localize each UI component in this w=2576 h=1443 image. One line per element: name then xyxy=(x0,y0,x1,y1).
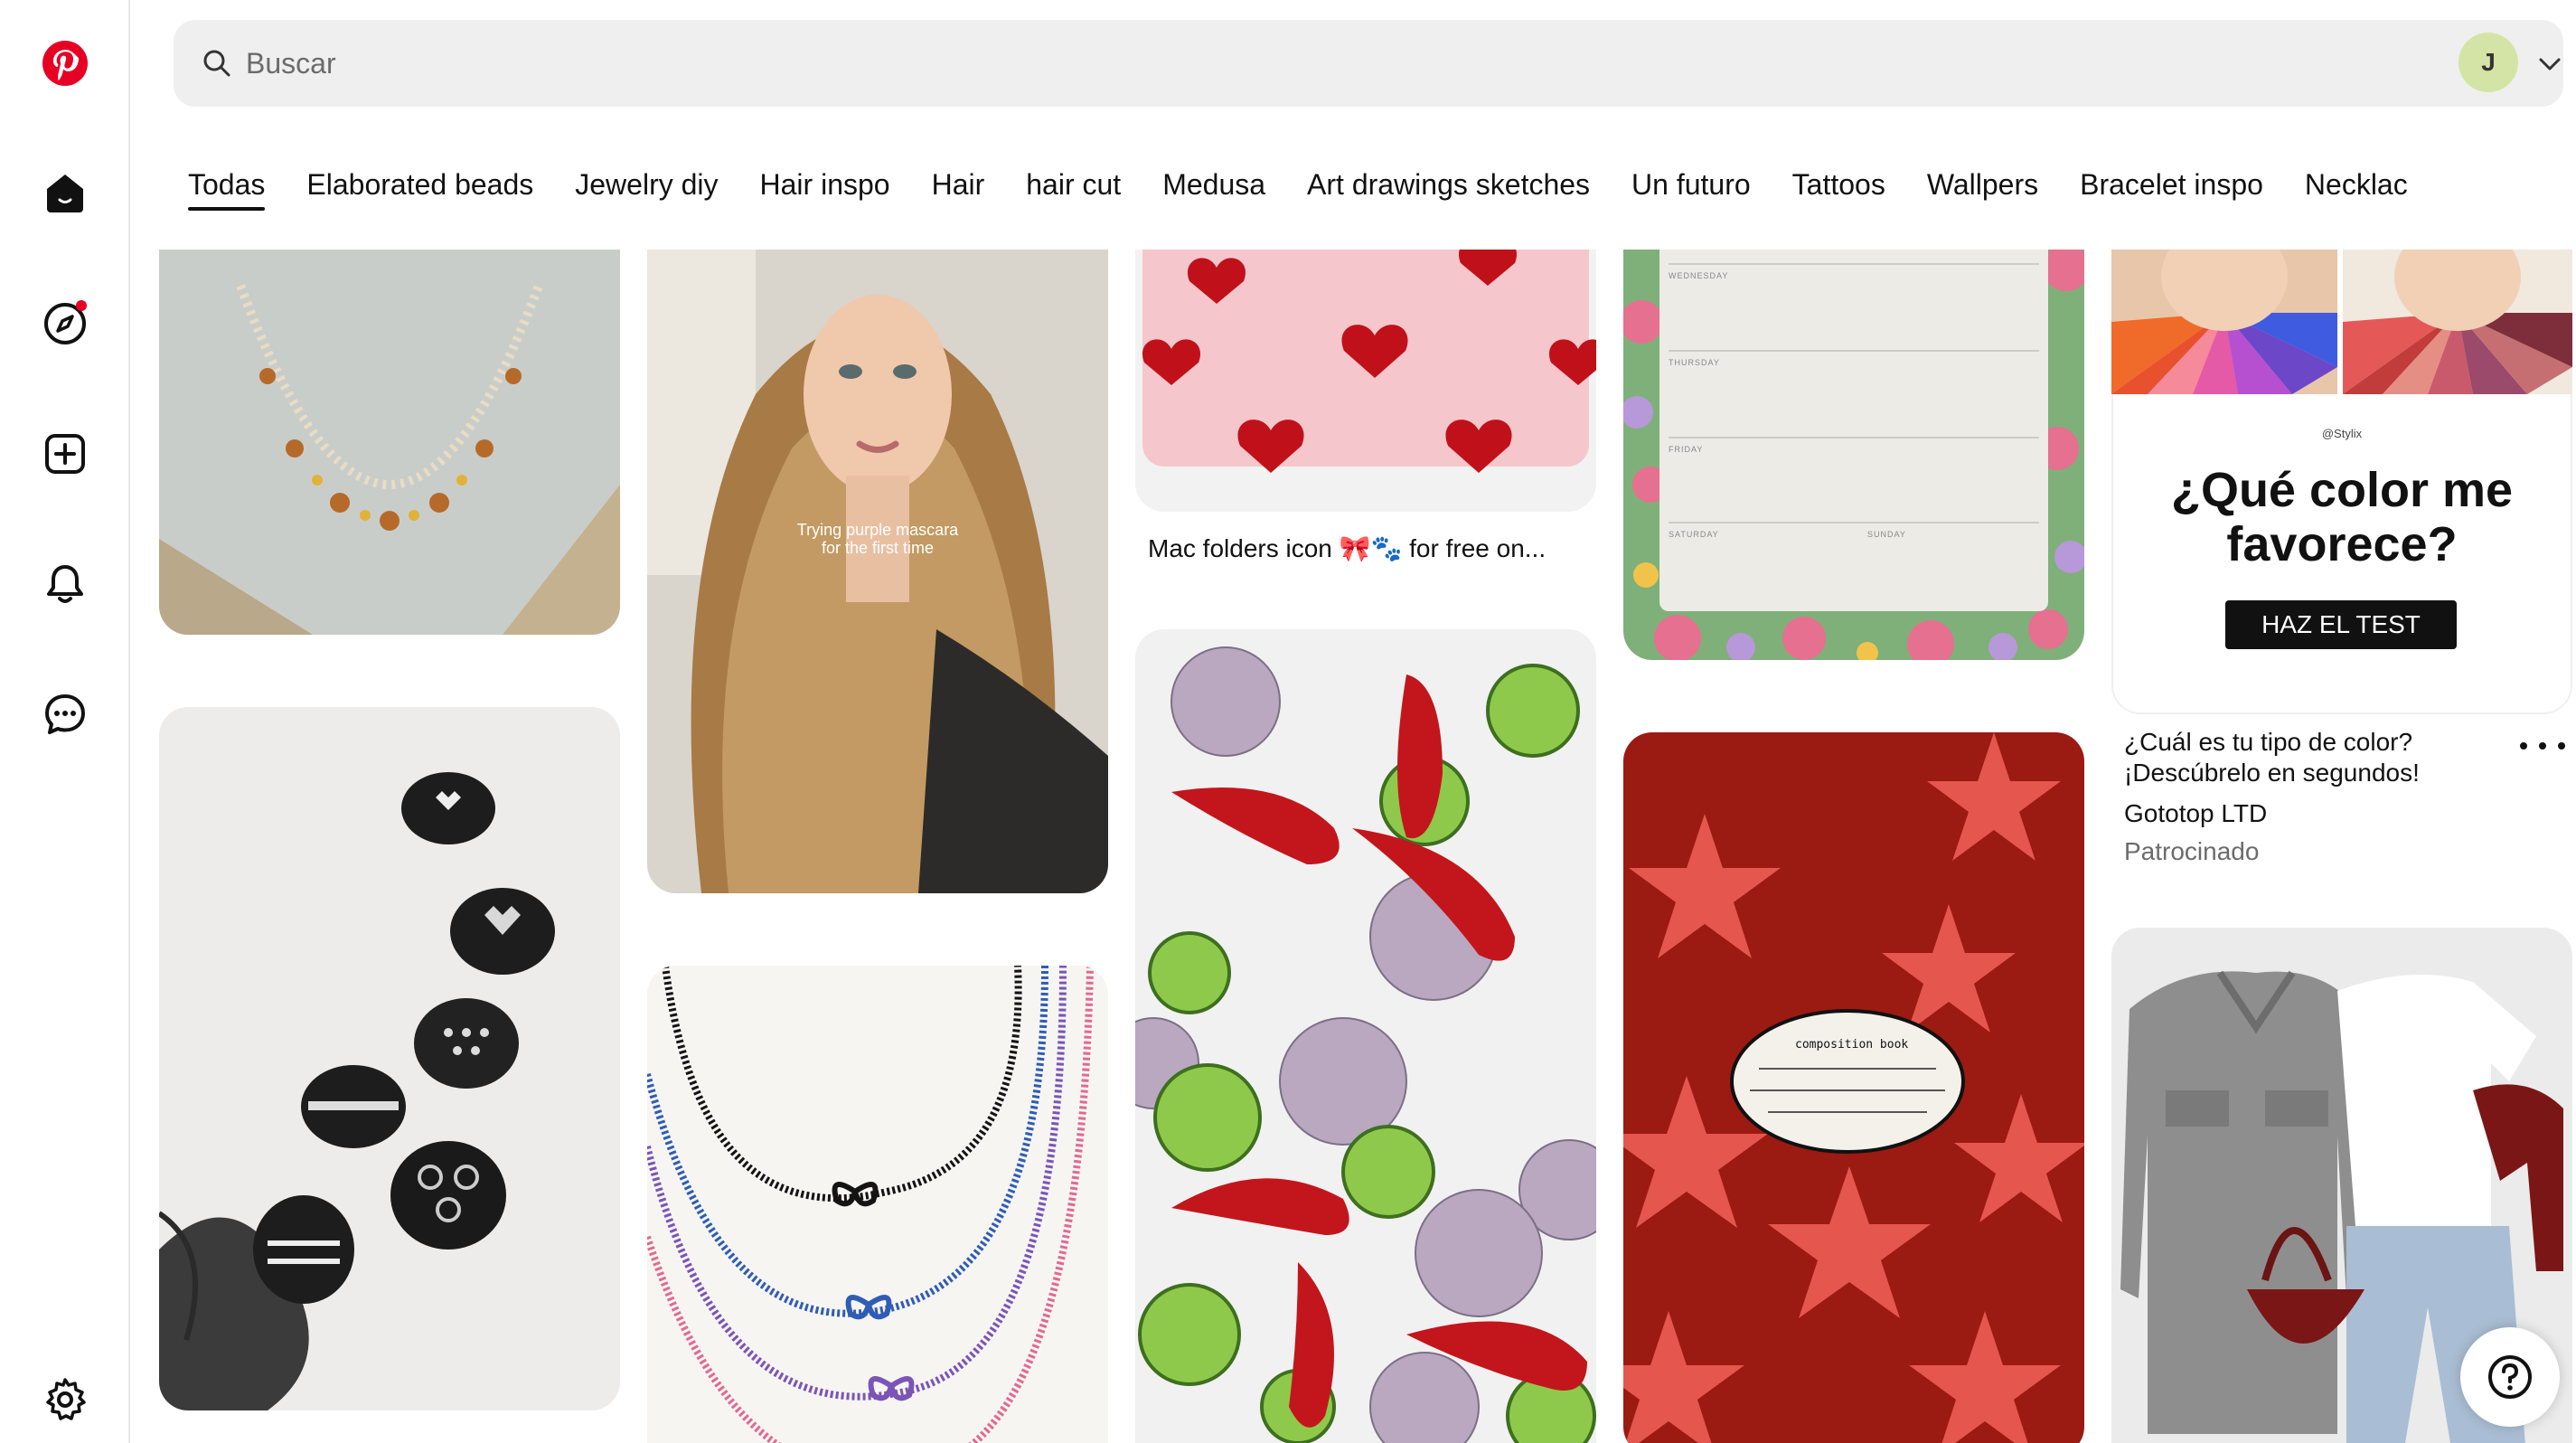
pin-overlay-text: Trying purple mascara for the first time xyxy=(647,521,1108,557)
notification-dot xyxy=(76,300,87,311)
search-bar[interactable] xyxy=(174,20,2563,107)
avatar[interactable]: J xyxy=(2458,33,2518,92)
pin-mac-folders-title[interactable]: Mac folders icon 🎀🐾 for free on... xyxy=(1148,533,1600,563)
pin-mac-folders[interactable] xyxy=(1135,250,1596,512)
ad-sponsored-label: Patrocinado xyxy=(2124,837,2260,865)
ad-title-line-1: ¿Cuál es tu tipo de color? xyxy=(2124,728,2413,756)
ad-cta-button[interactable]: HAZ EL TEST xyxy=(2225,600,2457,649)
left-sidebar xyxy=(0,0,130,1443)
ad-handle: @Stylix xyxy=(2321,427,2363,440)
help-icon xyxy=(2488,1355,2532,1399)
ad-headline: ¿Qué color me favorece? xyxy=(2111,463,2572,571)
search-input[interactable] xyxy=(246,46,2415,80)
pin-floral-planner[interactable]: WEDNESDAY THURSDAY FRIDAY SATURDAY SUNDA… xyxy=(1623,250,2084,660)
chat-bubble-icon[interactable] xyxy=(33,682,98,747)
bell-icon[interactable] xyxy=(33,552,98,617)
tab-tattoos[interactable]: Tattoos xyxy=(1792,168,1885,211)
ad-title[interactable]: ¿Cuál es tu tipo de color? ¡Descúbrelo e… xyxy=(2124,727,2540,788)
tab-hair-cut[interactable]: hair cut xyxy=(1026,168,1121,211)
overlay-line-2: for the first time xyxy=(821,539,935,557)
tab-medusa[interactable]: Medusa xyxy=(1162,168,1265,211)
tabs-fade xyxy=(2455,159,2545,231)
pin-hair-inspo[interactable]: Trying purple mascara for the first time xyxy=(647,250,1108,893)
tab-elaborated-beads[interactable]: Elaborated beads xyxy=(306,168,533,211)
tab-hair[interactable]: Hair xyxy=(932,168,985,211)
pinterest-logo-icon[interactable] xyxy=(33,31,98,96)
chevron-down-icon[interactable] xyxy=(2536,51,2563,78)
ad-headline-line-1: ¿Qué color me xyxy=(2170,463,2514,517)
tab-necklace[interactable]: Necklac xyxy=(2305,168,2408,211)
dot-icon xyxy=(2520,742,2527,750)
pin-color-test-ad[interactable]: @Stylix ¿Qué color me favorece? HAZ EL T… xyxy=(2111,250,2572,714)
tab-un-futuro[interactable]: Un futuro xyxy=(1631,168,1751,211)
ad-more-options-button[interactable] xyxy=(2520,732,2565,759)
search-icon xyxy=(203,50,230,77)
pin-star-notebook[interactable]: composition book xyxy=(1623,732,2084,1443)
compass-icon[interactable] xyxy=(33,291,98,356)
ad-title-line-2: ¡Descúbrelo en segundos! xyxy=(2124,759,2420,787)
pin-bow-necklaces[interactable] xyxy=(647,966,1108,1443)
tab-todas[interactable]: Todas xyxy=(188,168,266,211)
tab-jewelry-diy[interactable]: Jewelry diy xyxy=(575,168,718,211)
ad-advertiser[interactable]: Gototop LTD xyxy=(2124,799,2267,828)
tab-art-drawings-sketches[interactable]: Art drawings sketches xyxy=(1307,168,1590,211)
tab-bracelet-inspo[interactable]: Bracelet inspo xyxy=(2080,168,2263,211)
dot-icon xyxy=(2539,742,2546,750)
board-tabs: Todas Elaborated beads Jewelry diy Hair ins… xyxy=(188,168,2529,226)
overlay-line-1: Trying purple mascara xyxy=(796,521,959,539)
plus-square-icon[interactable] xyxy=(33,421,98,486)
ad-headline-line-2: favorece? xyxy=(2226,517,2458,571)
help-button[interactable] xyxy=(2460,1327,2560,1427)
pin-bead-rings[interactable] xyxy=(159,707,620,1410)
notebook-label: composition book xyxy=(1795,1038,1909,1052)
tab-wallpers[interactable]: Wallpers xyxy=(1927,168,2038,211)
dot-icon xyxy=(2558,742,2565,750)
home-icon[interactable] xyxy=(33,161,98,226)
top-header: J Todas Elaborated beads Jewelry diy Hair i… xyxy=(132,0,2576,250)
pin-feed: Trying purple mascara for the first time xyxy=(132,250,2576,1443)
tab-hair-inspo[interactable]: Hair inspo xyxy=(760,168,890,211)
pin-sunflower-necklace[interactable] xyxy=(159,250,620,635)
gear-icon[interactable] xyxy=(33,1367,98,1432)
pin-disco-peppers[interactable] xyxy=(1135,629,1596,1443)
